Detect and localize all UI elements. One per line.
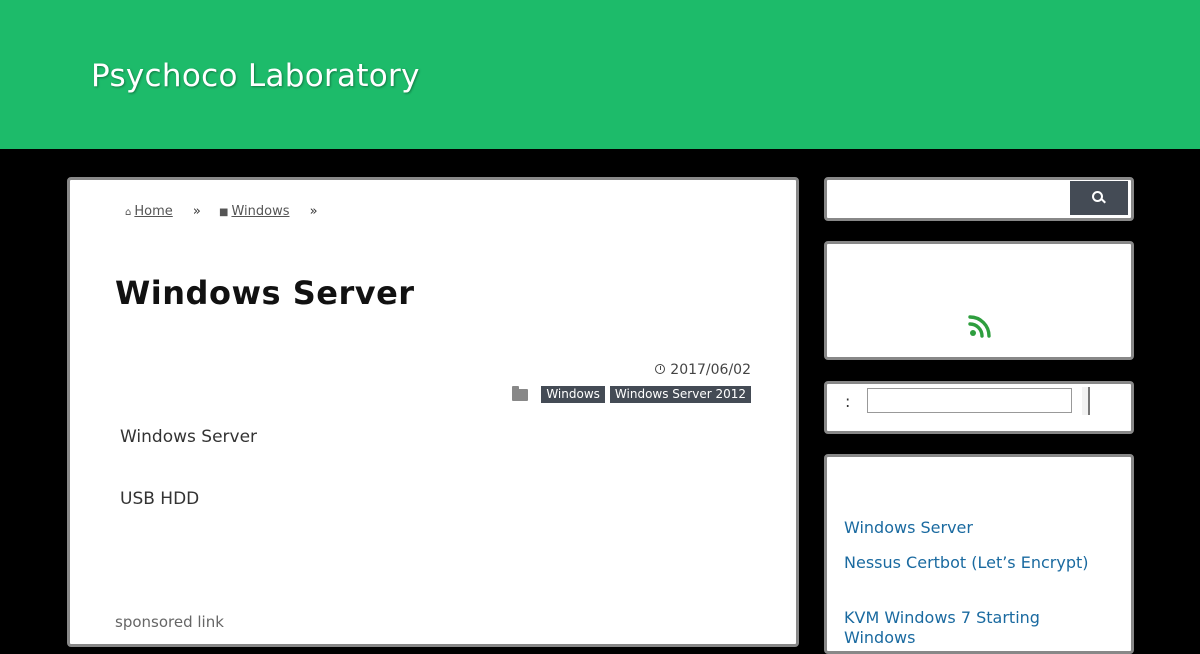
breadcrumb-separator: » [309,204,318,219]
text-field[interactable] [867,388,1072,413]
date-text: 2017/06/02 [670,362,751,378]
field-label: : [845,392,851,411]
site-header: Psychoco Laboratory [0,0,1200,149]
post-date: 2017/06/02 [655,362,751,378]
category-tag[interactable]: Windows Server 2012 [609,386,751,403]
search-button[interactable] [1070,181,1128,215]
rss-widget [824,241,1134,360]
search-icon [1092,191,1106,204]
folder-small-icon: ■ [219,207,229,218]
field-button[interactable] [1082,387,1090,415]
rss-icon[interactable] [968,314,992,338]
breadcrumb-separator: » [192,204,201,219]
site-title[interactable]: Psychoco Laboratory [91,58,420,94]
sidebar-link[interactable]: Windows Server [844,518,973,537]
breadcrumb: ⌂ Home » ■ Windows » [125,204,332,219]
links-widget: Windows Server Nessus Certbot (Let’s Enc… [824,454,1134,654]
home-icon: ⌂ [125,207,132,218]
sidebar-link[interactable]: KVM Windows 7 Starting [844,608,1040,627]
category-tag[interactable]: Windows [541,386,605,403]
folder-icon [512,385,529,401]
breadcrumb-home[interactable]: Home [134,204,172,219]
page-title: Windows Server [115,274,415,312]
article-paragraph: USB HDD [120,489,200,509]
sponsored-link-label: sponsored link [115,613,224,631]
sidebar-link[interactable]: Nessus Certbot (Let’s Encrypt) [844,553,1088,572]
sidebar-link[interactable]: Windows [844,628,915,647]
breadcrumb-category[interactable]: Windows [231,204,289,219]
main-content: ⌂ Home » ■ Windows » Windows Server 2017/0… [67,177,799,647]
search-input[interactable] [829,182,1067,214]
category-tags: Windows Windows Server 2012 [512,385,751,403]
article-paragraph: Windows Server [120,427,258,447]
search-widget [824,177,1134,221]
clock-icon [655,364,666,374]
form-widget: : [824,381,1134,434]
